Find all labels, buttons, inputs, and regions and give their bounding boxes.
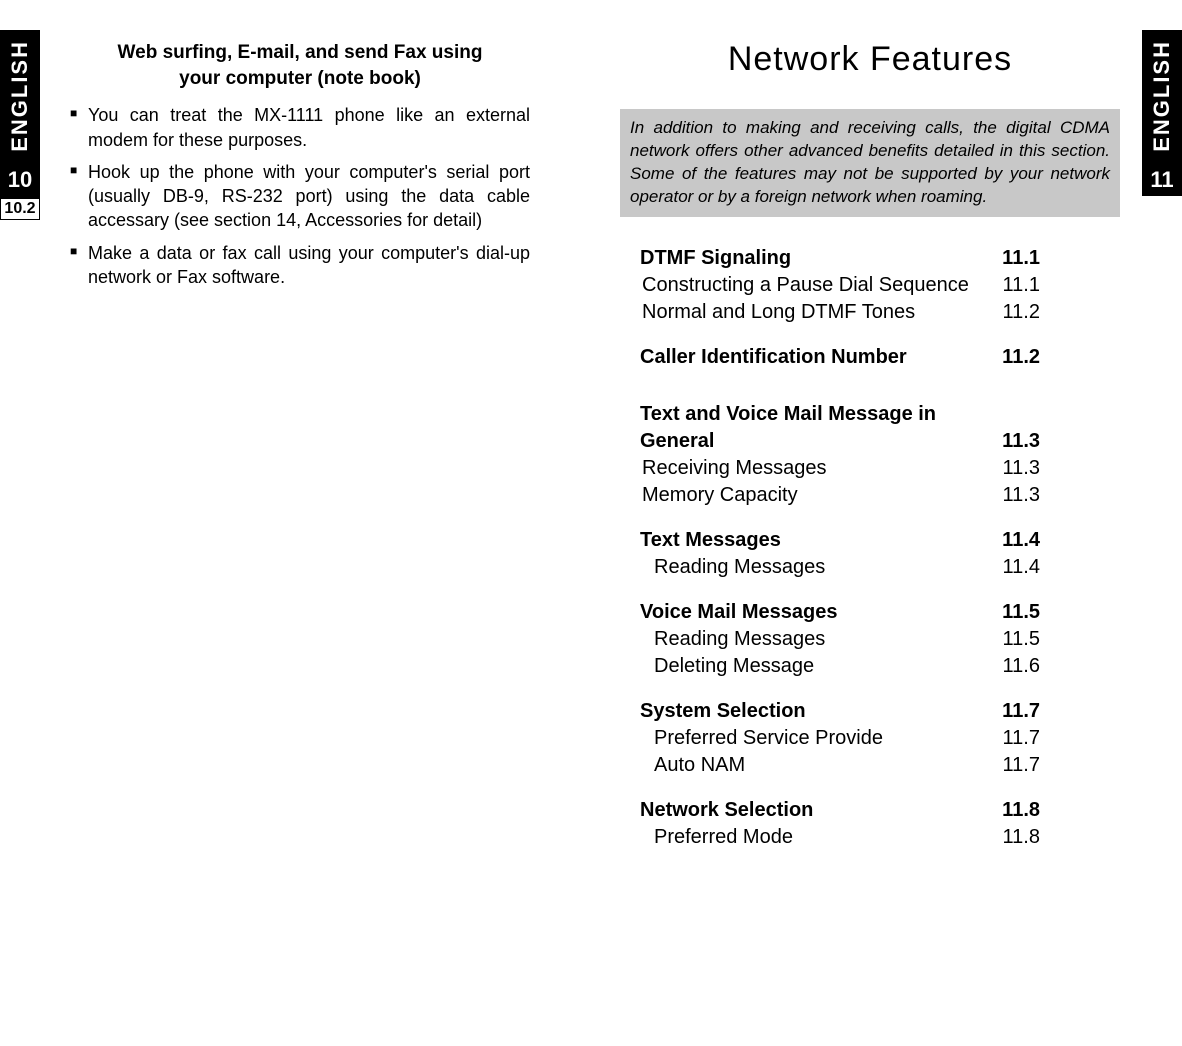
intro-box: In addition to making and receiving call… [620, 109, 1120, 217]
toc-label: Network Selection [640, 797, 985, 824]
toc-label: Preferred Mode [654, 824, 985, 851]
list-item: You can treat the MX-1111 phone like an … [70, 103, 530, 152]
toc-label: Constructing a Pause Dial Sequence [642, 272, 985, 299]
toc-label: Normal and Long DTMF Tones [642, 299, 985, 326]
toc-page: 11.4 [985, 527, 1040, 554]
toc-label: Preferred Service Provide [654, 725, 985, 752]
toc-item: Reading Messages 11.4 [640, 554, 1100, 581]
right-chapter-number: 11 [1142, 164, 1182, 196]
page-title: Network Features [640, 40, 1100, 79]
toc-page: 11.7 [985, 752, 1040, 779]
toc-heading: Network Selection 11.8 [640, 797, 1100, 824]
toc-page: 11.7 [985, 698, 1040, 725]
toc-label: Text Messages [640, 527, 985, 554]
toc-label: Text and Voice Mail Message in General [640, 401, 950, 455]
toc-page: 11.5 [985, 599, 1040, 626]
toc-item: Auto NAM 11.7 [640, 752, 1100, 779]
toc-heading: Voice Mail Messages 11.5 [640, 599, 1100, 626]
toc-page: 11.8 [985, 824, 1040, 851]
toc-heading: System Selection 11.7 [640, 698, 1100, 725]
language-label-left: ENGLISH [7, 30, 33, 162]
list-item: Hook up the phone with your computer's s… [70, 160, 530, 233]
toc-page: 11.3 [985, 428, 1040, 455]
left-subsection-number: 10.2 [0, 198, 40, 220]
toc-page: 11.1 [985, 245, 1040, 272]
toc-heading: Text and Voice Mail Message in General 1… [640, 401, 1100, 455]
toc-item: Preferred Mode 11.8 [640, 824, 1100, 851]
toc-label: DTMF Signaling [640, 245, 985, 272]
toc-heading: Text Messages 11.4 [640, 527, 1100, 554]
toc-label: Memory Capacity [642, 482, 985, 509]
toc-label: Reading Messages [654, 626, 985, 653]
toc-label: Caller Identification Number [640, 344, 985, 371]
toc-page: 11.5 [985, 626, 1040, 653]
list-item: Make a data or fax call using your compu… [70, 241, 530, 290]
toc-label: Auto NAM [654, 752, 985, 779]
heading-line-2: your computer (note book) [179, 68, 421, 89]
toc-page: 11.6 [985, 653, 1040, 680]
left-chapter-number: 10 [0, 164, 40, 196]
bullet-list: You can treat the MX-1111 phone like an … [70, 103, 530, 289]
toc-page: 11.3 [985, 455, 1040, 482]
language-label-right: ENGLISH [1149, 30, 1175, 162]
table-of-contents: DTMF Signaling 11.1 Constructing a Pause… [640, 245, 1100, 851]
toc-item: Constructing a Pause Dial Sequence 11.1 [640, 272, 1100, 299]
toc-item: Memory Capacity 11.3 [640, 482, 1100, 509]
toc-item: Normal and Long DTMF Tones 11.2 [640, 299, 1100, 326]
left-page: Web surfing, E-mail, and send Fax using … [70, 40, 530, 297]
right-page: Network Features In addition to making a… [640, 40, 1100, 851]
toc-label: Receiving Messages [642, 455, 985, 482]
toc-page: 11.3 [985, 482, 1040, 509]
left-tab: ENGLISH 10 10.2 [0, 30, 40, 220]
toc-label: Deleting Message [654, 653, 985, 680]
toc-page: 11.8 [985, 797, 1040, 824]
toc-item: Preferred Service Provide 11.7 [640, 725, 1100, 752]
toc-page: 11.7 [985, 725, 1040, 752]
toc-heading: DTMF Signaling 11.1 [640, 245, 1100, 272]
toc-item: Deleting Message 11.6 [640, 653, 1100, 680]
left-page-heading: Web surfing, E-mail, and send Fax using … [70, 40, 530, 91]
toc-page: 11.4 [985, 554, 1040, 581]
toc-label: Voice Mail Messages [640, 599, 985, 626]
toc-page: 11.2 [985, 299, 1040, 326]
toc-heading: Caller Identification Number 11.2 [640, 344, 1100, 371]
right-tab: ENGLISH 11 [1142, 30, 1182, 196]
toc-item: Receiving Messages 11.3 [640, 455, 1100, 482]
toc-label: System Selection [640, 698, 985, 725]
toc-item: Reading Messages 11.5 [640, 626, 1100, 653]
toc-label: Reading Messages [654, 554, 985, 581]
toc-page: 11.2 [985, 344, 1040, 371]
heading-line-1: Web surfing, E-mail, and send Fax using [118, 42, 483, 63]
toc-page: 11.1 [985, 272, 1040, 299]
